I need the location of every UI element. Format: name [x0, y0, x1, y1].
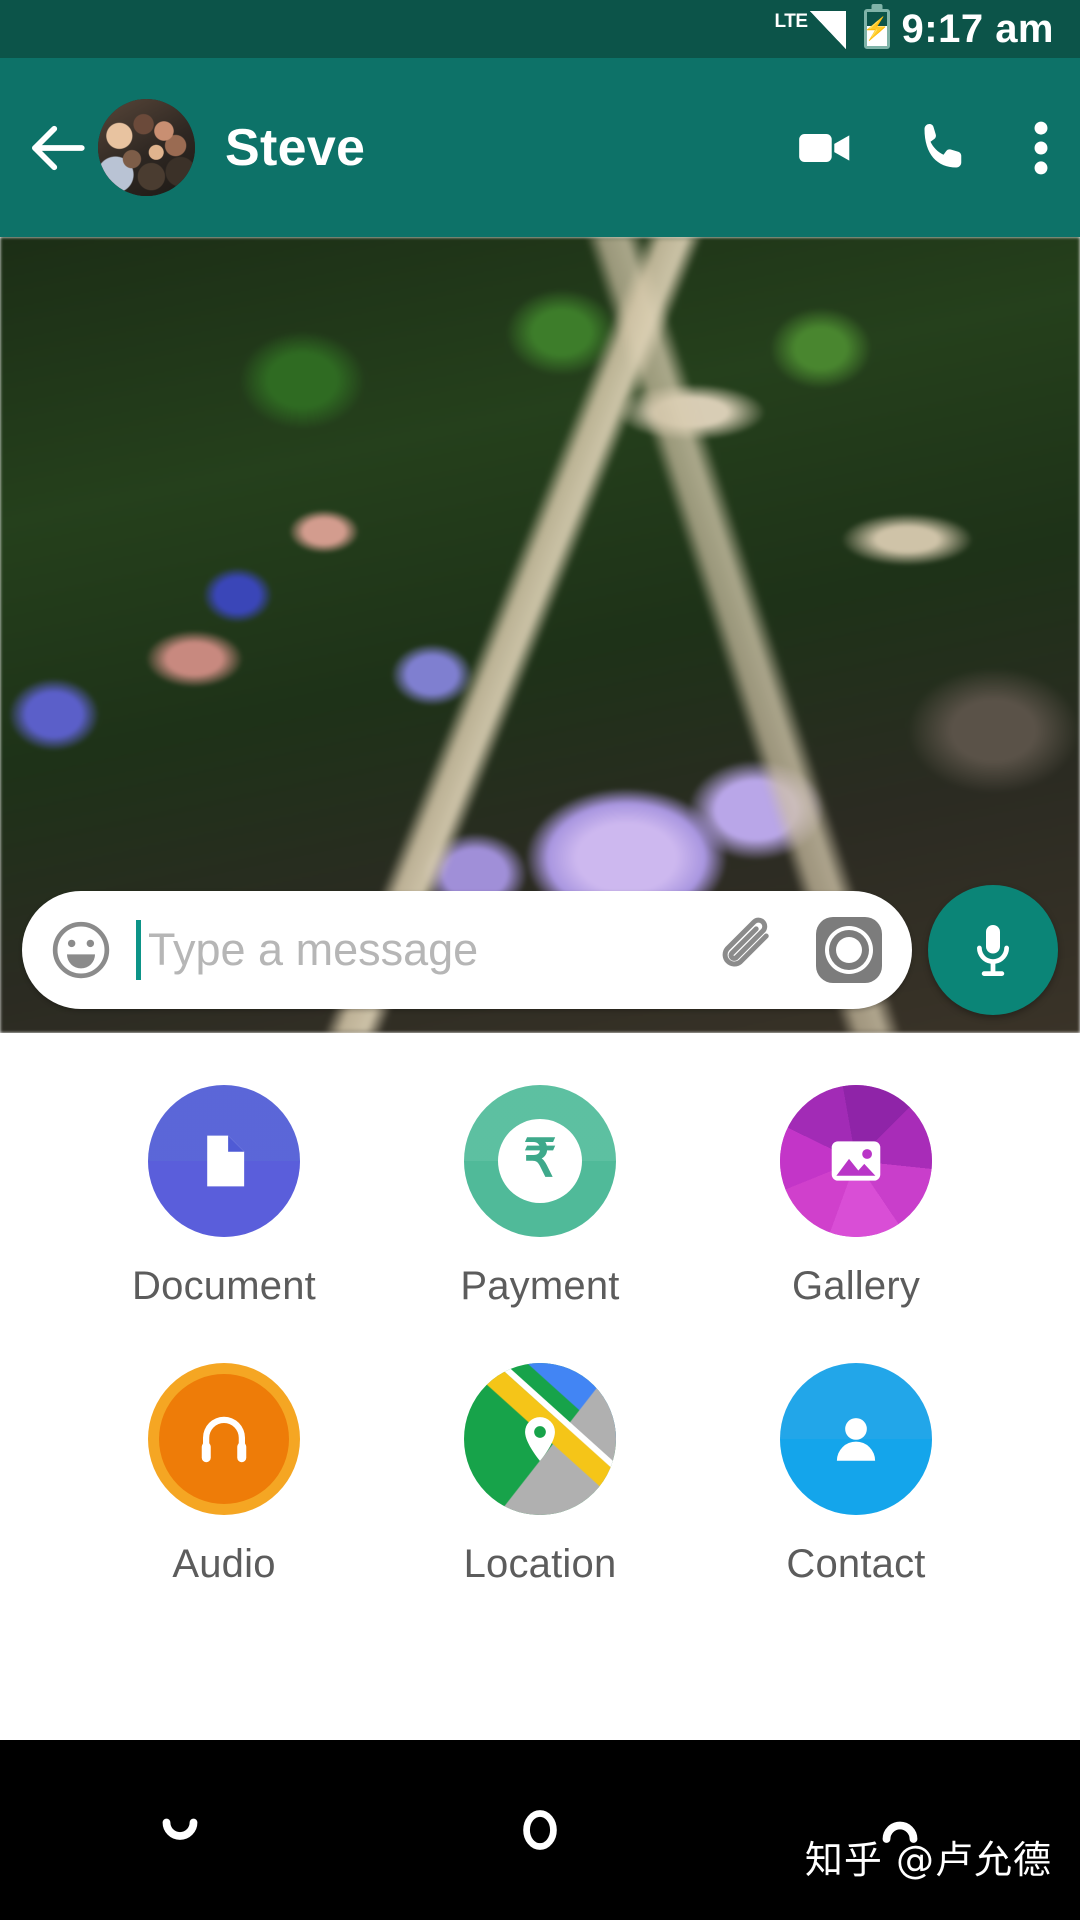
overflow-menu-icon[interactable] — [1032, 117, 1050, 179]
camera-icon[interactable] — [816, 917, 882, 983]
page-title[interactable]: Steve — [225, 118, 365, 178]
back-arrow-icon[interactable] — [24, 115, 90, 181]
nav-home-icon[interactable] — [360, 1799, 720, 1861]
attachment-grid: Document ₹ Payment Gallery Audio Locatio… — [0, 1085, 1080, 1587]
message-input-pill[interactable]: Type a message — [22, 891, 912, 1009]
lte-label: LTE — [774, 11, 808, 32]
status-clock: 9:17 am — [901, 6, 1054, 51]
voice-call-icon[interactable] — [914, 118, 974, 178]
paperclip-icon[interactable] — [712, 915, 782, 985]
nav-back-icon[interactable] — [0, 1794, 360, 1866]
attach-label-location: Location — [463, 1542, 617, 1586]
avatar[interactable] — [98, 99, 195, 196]
chat-message-area: Type a message — [0, 237, 1080, 1033]
attachment-panel: Document ₹ Payment Gallery Audio Locatio… — [0, 1033, 1080, 1740]
status-bar: LTE ⚡ 9:17 am — [0, 0, 1080, 58]
attach-option-gallery[interactable]: Gallery — [698, 1085, 1014, 1309]
message-input-bar: Type a message — [0, 885, 1080, 1015]
attach-option-document[interactable]: Document — [66, 1085, 382, 1309]
signal-triangle-icon — [809, 11, 846, 49]
attach-label-payment: Payment — [460, 1264, 620, 1308]
attach-option-contact[interactable]: Contact — [698, 1363, 1014, 1587]
document-icon — [148, 1085, 300, 1237]
network-indicator: LTE — [775, 9, 846, 49]
search-input[interactable]: Type a message — [148, 924, 704, 976]
rupee-payment-icon: ₹ — [464, 1085, 616, 1237]
attach-label-gallery: Gallery — [791, 1264, 921, 1308]
zhihu-watermark: 知乎 @卢允德 — [804, 1838, 1052, 1882]
map-pin-icon — [464, 1363, 616, 1515]
video-call-icon[interactable] — [794, 117, 856, 179]
text-cursor — [136, 920, 141, 980]
battery-charging-icon: ⚡ — [863, 9, 890, 49]
chat-header: Steve — [0, 58, 1080, 237]
microphone-icon[interactable] — [928, 885, 1058, 1015]
attach-label-contact: Contact — [786, 1542, 926, 1586]
headphones-icon — [148, 1363, 300, 1515]
attach-option-location[interactable]: Location — [382, 1363, 698, 1587]
gallery-image-icon — [780, 1085, 932, 1237]
attach-option-payment[interactable]: ₹ Payment — [382, 1085, 698, 1309]
header-actions — [794, 117, 1050, 179]
person-icon — [780, 1363, 932, 1515]
emoji-smiley-icon[interactable] — [48, 917, 114, 983]
attach-option-audio[interactable]: Audio — [66, 1363, 382, 1587]
attach-label-document: Document — [132, 1264, 316, 1308]
attach-label-audio: Audio — [172, 1542, 276, 1586]
